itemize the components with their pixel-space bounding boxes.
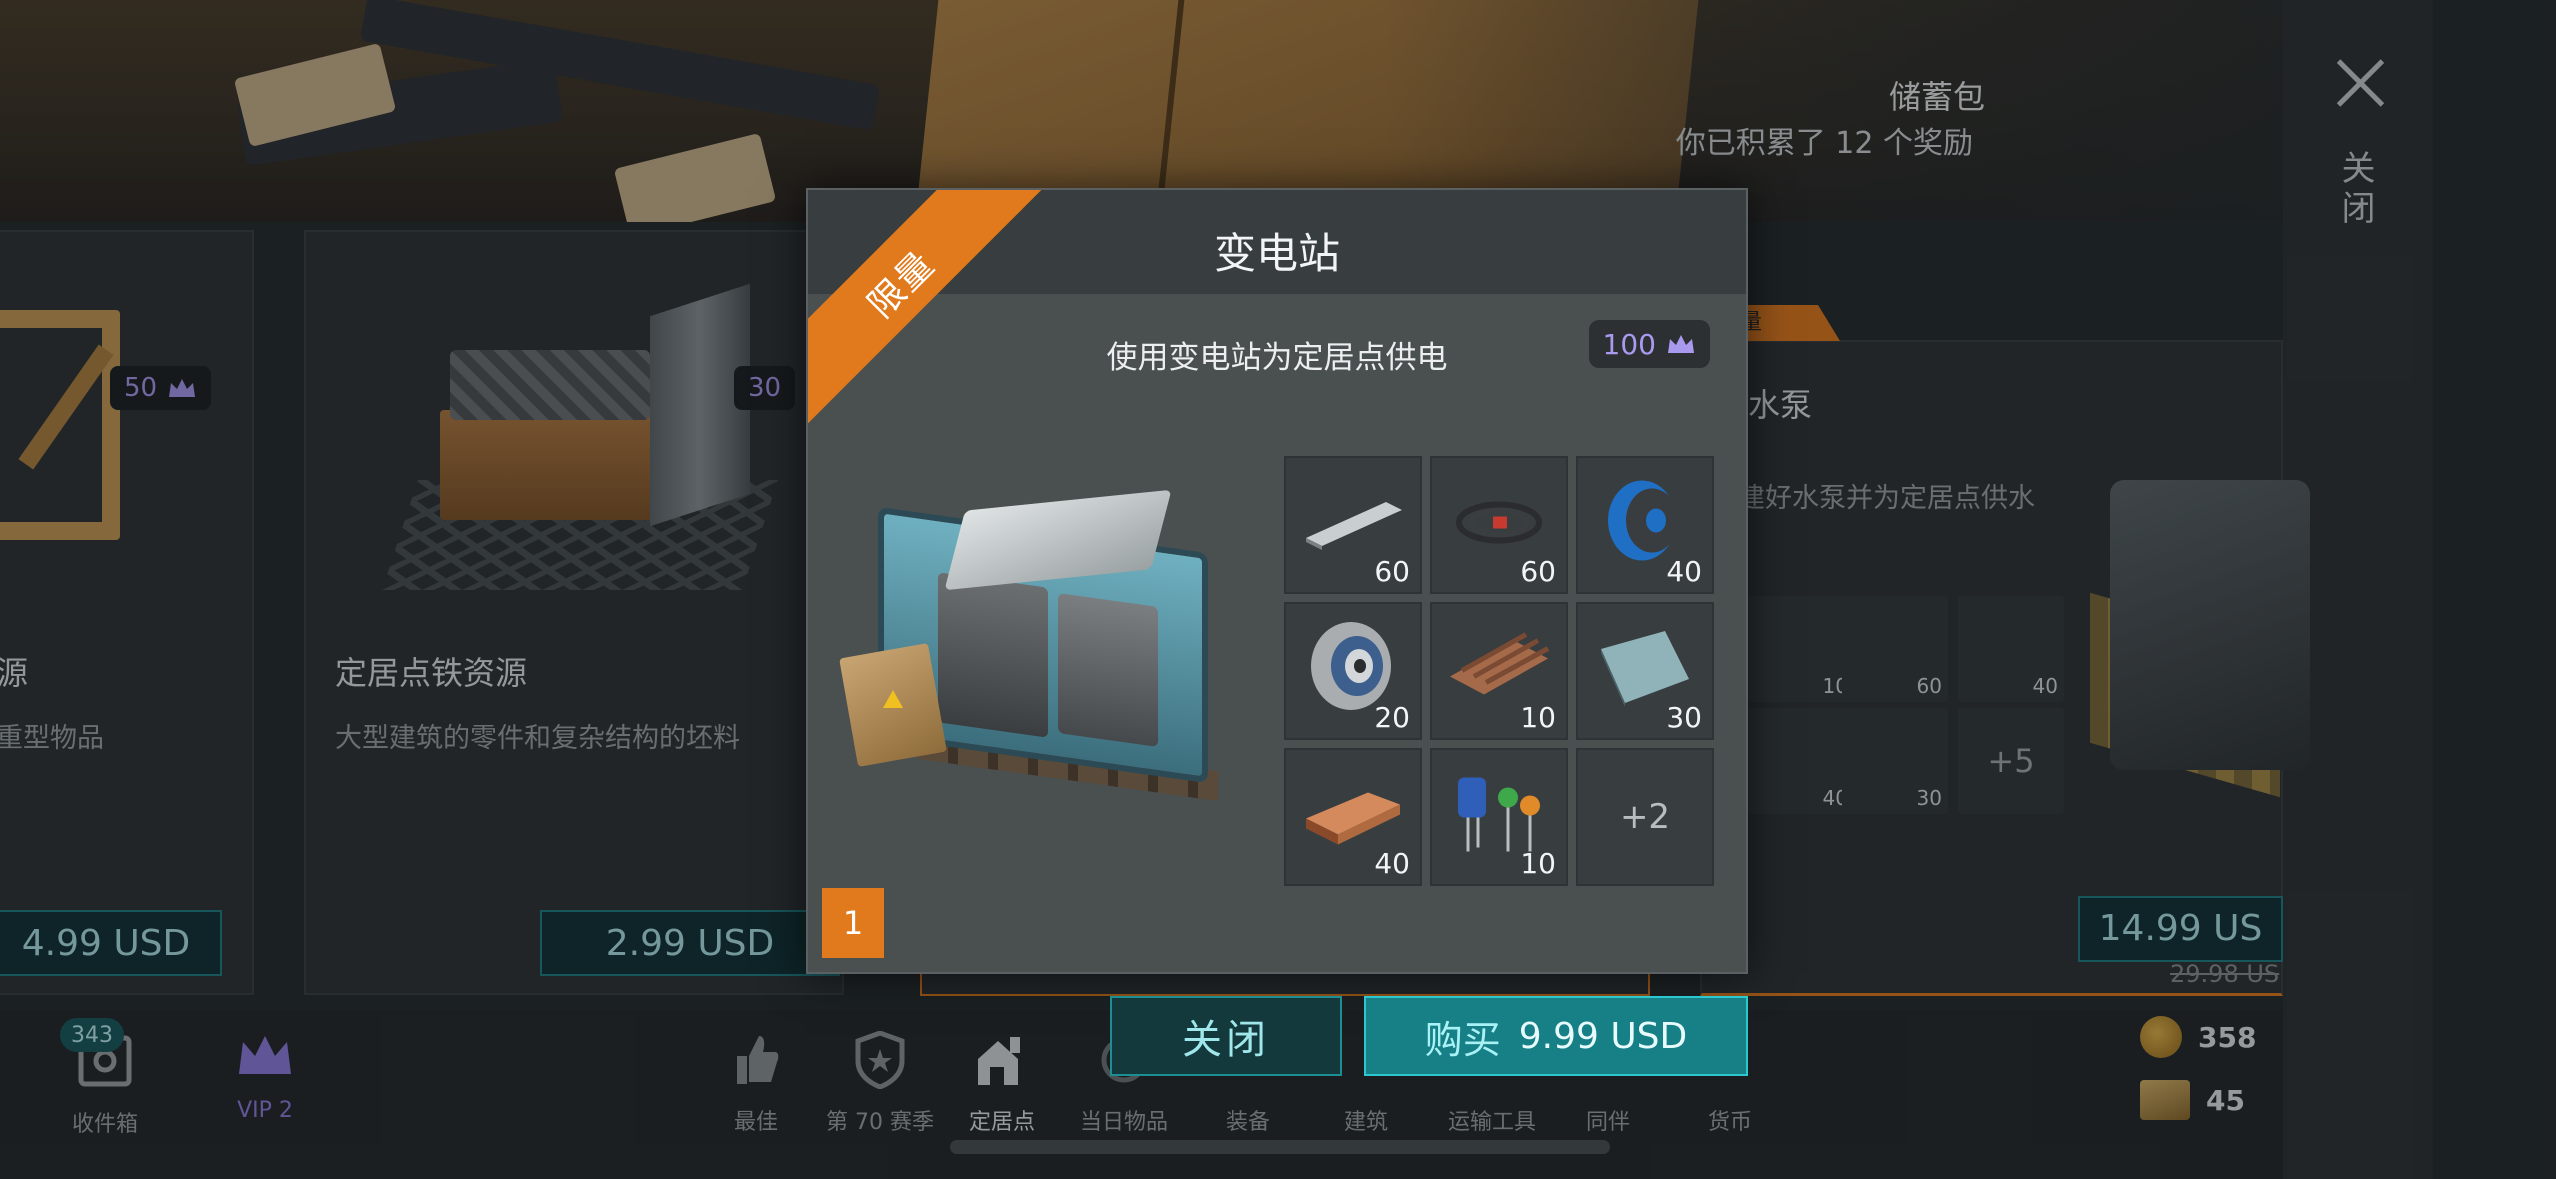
crown-cost-badge: 100 — [1588, 320, 1710, 368]
limited-ribbon-label: 限量 — [860, 243, 944, 327]
metal-bar-icon — [1306, 502, 1402, 550]
item-tile[interactable]: 10 — [1430, 602, 1568, 740]
item-tile[interactable]: 60 — [1430, 456, 1568, 594]
steel-plate-icon — [1601, 631, 1689, 707]
crown-icon — [1668, 335, 1694, 353]
shop-screen: 储蓄包 你已积累了 12 个奖励 关闭 50 源 重型物品 4.99 USD 3… — [0, 0, 2556, 1179]
substation-image — [838, 460, 1258, 820]
corrugated-sheet-icon — [1450, 632, 1550, 695]
item-tile[interactable]: 30 — [1576, 602, 1714, 740]
buy-button[interactable]: 购买 9.99 USD — [1364, 996, 1748, 1076]
more-items-tile[interactable]: +2 — [1576, 748, 1714, 886]
buy-price: 9.99 USD — [1518, 1015, 1688, 1057]
wire-bundle-icon — [1456, 501, 1542, 544]
limited-ribbon: 限量 — [808, 190, 1058, 442]
close-button[interactable]: 关闭 — [1110, 996, 1342, 1076]
item-tile[interactable]: 40 — [1284, 748, 1422, 886]
cable-spool-icon — [1608, 480, 1678, 561]
item-tile[interactable]: 40 — [1576, 456, 1714, 594]
buy-label: 购买 — [1424, 1017, 1501, 1062]
item-tile[interactable]: 60 — [1284, 456, 1422, 594]
item-tile[interactable]: 20 — [1284, 602, 1422, 740]
quantity-badge: 1 — [822, 888, 884, 958]
copper-ingot-icon — [1306, 792, 1400, 845]
item-tile[interactable]: 10 — [1430, 748, 1568, 886]
product-modal: 变电站 限量 使用变电站为定居点供电 100 60 60 40 20 10 30… — [806, 188, 1748, 974]
electronic-parts-icon — [1458, 777, 1540, 852]
